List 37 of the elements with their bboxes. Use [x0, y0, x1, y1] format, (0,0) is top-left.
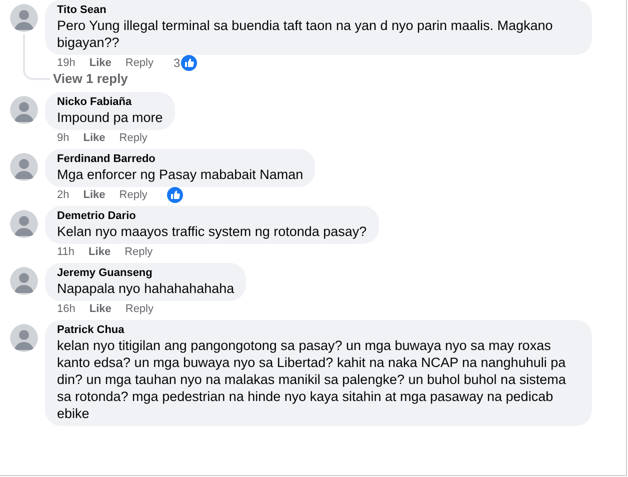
like-link[interactable]: Like [83, 132, 106, 144]
like-link[interactable]: Like [89, 57, 112, 69]
comment-text: Kelan nyo maayos traffic system ng rotonda pasay? [57, 223, 367, 240]
comment-time[interactable]: 19h [57, 57, 76, 69]
avatar [10, 210, 38, 238]
commenter-name[interactable]: Patrick Chua [57, 324, 580, 337]
comment-time[interactable]: 2h [57, 189, 70, 201]
avatar [10, 96, 38, 124]
avatar [10, 324, 38, 352]
reply-link[interactable]: Reply [125, 57, 154, 69]
avatar [10, 267, 38, 295]
like-link[interactable]: Like [88, 246, 111, 258]
comment-text: Pero Yung illegal terminal sa buendia taft taon na yan d nyo parin maalis. Magkano bigayan?? [57, 17, 554, 51]
like-icon [167, 187, 184, 203]
commenter-name[interactable]: Tito Sean [57, 4, 580, 17]
comment-text: Napapala nyo hahahahahaha [57, 280, 234, 297]
comment-time[interactable]: 16h [57, 303, 76, 315]
reply-link[interactable]: Reply [119, 132, 148, 144]
reaction-count: 3 [174, 56, 180, 70]
comment-time[interactable]: 11h [57, 246, 75, 258]
comment-text: Impound pa more [57, 109, 163, 126]
like-icon [181, 55, 198, 71]
avatar [10, 4, 38, 32]
view-replies-link[interactable]: View 1 reply [53, 71, 128, 87]
commenter-name[interactable]: Demetrio Dario [57, 210, 367, 223]
comment-text: Mga enforcer ng Pasay mababait Naman [57, 166, 304, 183]
commenter-name[interactable]: Jeremy Guanseng [57, 267, 234, 280]
commenter-name[interactable]: Ferdinand Barredo [57, 153, 304, 166]
reply-link[interactable]: Reply [119, 189, 148, 201]
avatar [10, 153, 38, 181]
reply-link[interactable]: Reply [125, 303, 154, 315]
comment-text: kelan nyo titigilan ang pangongotong sa pasay? un mga buwaya nyo sa may roxas kanto edsa? un mga buwaya nyo sa Libertad? kahit na naka NCAP na nanghuhuli pa din? un mga tauhan nyo na malakas manikil sa palengke? un buhol buhol na sistema sa rotonda? mga pedestrian na hinde nyo kaya sitahin at mga pasaway na pedicab ebike [57, 337, 567, 422]
like-link[interactable]: Like [89, 303, 112, 315]
reply-link[interactable]: Reply [124, 246, 153, 258]
like-link[interactable]: Like [83, 189, 106, 201]
comment-time[interactable]: 9h [57, 132, 70, 144]
commenter-name[interactable]: Nicko Fabiaña [57, 96, 163, 109]
